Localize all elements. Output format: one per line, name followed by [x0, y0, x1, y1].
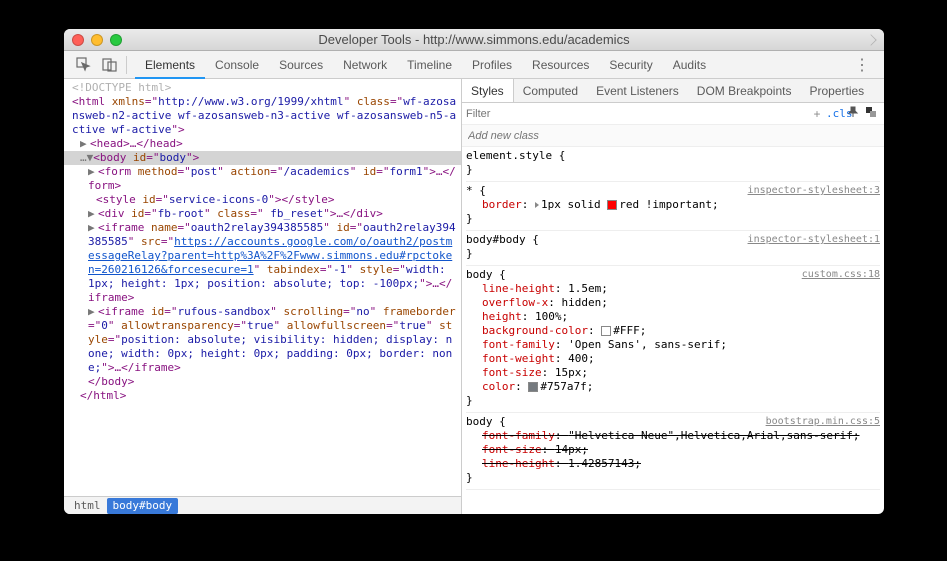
- css-prop[interactable]: font-weight: 400;: [466, 352, 880, 366]
- tab-elements[interactable]: Elements: [135, 51, 205, 79]
- filter-input[interactable]: [466, 108, 808, 120]
- rule-close: }: [466, 163, 880, 177]
- tab-resources[interactable]: Resources: [522, 51, 599, 79]
- new-rule-icon[interactable]: +: [808, 107, 826, 121]
- styles-tab-dom-breakpoints[interactable]: DOM Breakpoints: [688, 79, 801, 102]
- close-icon[interactable]: [72, 34, 84, 46]
- dom-tree[interactable]: <!DOCTYPE html> <html xmlns="http://www.…: [64, 79, 461, 496]
- dom-html-open[interactable]: <html xmlns="http://www.w3.org/1999/xhtm…: [64, 95, 461, 137]
- cls-toggle[interactable]: .cls: [826, 107, 844, 120]
- minimize-icon[interactable]: [91, 34, 103, 46]
- rule-source[interactable]: custom.css:18: [802, 268, 880, 282]
- crumb-0[interactable]: html: [68, 498, 107, 514]
- styles-tab-properties[interactable]: Properties: [800, 79, 873, 102]
- elements-panel: <!DOCTYPE html> <html xmlns="http://www.…: [64, 79, 462, 514]
- dom-html-close[interactable]: </html>: [64, 389, 461, 403]
- css-prop[interactable]: font-family: "Helvetica Neue",Helvetica,…: [466, 429, 880, 443]
- css-prop[interactable]: font-family: 'Open Sans', sans-serif;: [466, 338, 880, 352]
- add-class-input[interactable]: [468, 130, 878, 142]
- rule-close: }: [466, 247, 880, 261]
- css-prop[interactable]: background-color: #FFF;: [466, 324, 880, 338]
- styles-tab-computed[interactable]: Computed: [514, 79, 587, 102]
- rule-close: }: [466, 471, 880, 485]
- css-rule-4[interactable]: bootstrap.min.css:5body {font-family: "H…: [466, 415, 880, 490]
- crumb-1[interactable]: body#body: [107, 498, 179, 514]
- css-rule-2[interactable]: inspector-stylesheet:1body#body {}: [466, 233, 880, 266]
- css-prop[interactable]: color: #757a7f;: [466, 380, 880, 394]
- css-rule-1[interactable]: inspector-stylesheet:3* {border: 1px sol…: [466, 184, 880, 231]
- rule-source[interactable]: inspector-stylesheet:3: [748, 184, 880, 198]
- dom-body-close[interactable]: </body>: [64, 375, 461, 389]
- css-rule-3[interactable]: custom.css:18body {line-height: 1.5em;ov…: [466, 268, 880, 413]
- tab-console[interactable]: Console: [205, 51, 269, 79]
- dom-form[interactable]: ▶<form method="post" action="/academics"…: [64, 165, 461, 193]
- styles-tabs: StylesComputedEvent ListenersDOM Breakpo…: [462, 79, 884, 103]
- dom-iframe2[interactable]: ▶<iframe id="rufous-sandbox" scrolling="…: [64, 305, 461, 375]
- rule-close: }: [466, 212, 880, 226]
- dom-style[interactable]: <style id="service-icons-0"></style>: [64, 193, 461, 207]
- breadcrumb: htmlbody#body: [64, 496, 461, 514]
- styles-tab-event-listeners[interactable]: Event Listeners: [587, 79, 688, 102]
- hover-icon[interactable]: [862, 106, 880, 121]
- device-icon[interactable]: [96, 57, 122, 72]
- css-prop[interactable]: overflow-x: hidden;: [466, 296, 880, 310]
- rule-selector: element.style {: [466, 149, 880, 163]
- tab-audits[interactable]: Audits: [663, 51, 716, 79]
- main-tabs: ElementsConsoleSourcesNetworkTimelinePro…: [135, 51, 716, 79]
- devtools-window: Developer Tools - http://www.simmons.edu…: [64, 29, 884, 514]
- dom-doctype: <!DOCTYPE html>: [64, 81, 461, 95]
- tab-security[interactable]: Security: [599, 51, 662, 79]
- css-prop[interactable]: font-size: 14px;: [466, 443, 880, 457]
- styles-tab-styles[interactable]: Styles: [462, 79, 514, 102]
- dom-iframe1[interactable]: ▶<iframe name="oauth2relay394385585" id=…: [64, 221, 461, 305]
- tab-sources[interactable]: Sources: [269, 51, 333, 79]
- add-class-bar: [462, 125, 884, 147]
- css-prop[interactable]: line-height: 1.42857143;: [466, 457, 880, 471]
- content: <!DOCTYPE html> <html xmlns="http://www.…: [64, 79, 884, 514]
- css-prop[interactable]: font-size: 15px;: [466, 366, 880, 380]
- dom-div[interactable]: ▶<div id="fb-root" class=" fb_reset">…</…: [64, 207, 461, 221]
- inspect-icon[interactable]: [70, 57, 96, 72]
- rule-source[interactable]: inspector-stylesheet:1: [748, 233, 880, 247]
- rule-source[interactable]: bootstrap.min.css:5: [766, 415, 880, 429]
- more-icon[interactable]: ⋮: [846, 55, 878, 75]
- css-prop[interactable]: height: 100%;: [466, 310, 880, 324]
- tab-profiles[interactable]: Profiles: [462, 51, 522, 79]
- tab-network[interactable]: Network: [333, 51, 397, 79]
- dom-head[interactable]: ▶<head>…</head>: [64, 137, 461, 151]
- titlebar: Developer Tools - http://www.simmons.edu…: [64, 29, 884, 51]
- css-rules[interactable]: element.style {}inspector-stylesheet:3* …: [462, 147, 884, 514]
- tab-timeline[interactable]: Timeline: [397, 51, 462, 79]
- css-prop[interactable]: border: 1px solid red !important;: [466, 198, 880, 212]
- pin-icon[interactable]: [844, 106, 862, 121]
- zoom-icon[interactable]: [110, 34, 122, 46]
- traffic-lights: [72, 34, 122, 46]
- styles-panel: StylesComputedEvent ListenersDOM Breakpo…: [462, 79, 884, 514]
- rule-close: }: [466, 394, 880, 408]
- main-toolbar: ElementsConsoleSourcesNetworkTimelinePro…: [64, 51, 884, 79]
- filter-bar: + .cls: [462, 103, 884, 125]
- css-prop[interactable]: line-height: 1.5em;: [466, 282, 880, 296]
- dom-body-open[interactable]: …▼<body id="body">: [64, 151, 461, 165]
- window-title: Developer Tools - http://www.simmons.edu…: [72, 32, 876, 47]
- divider: [126, 56, 127, 74]
- css-rule-0[interactable]: element.style {}: [466, 149, 880, 182]
